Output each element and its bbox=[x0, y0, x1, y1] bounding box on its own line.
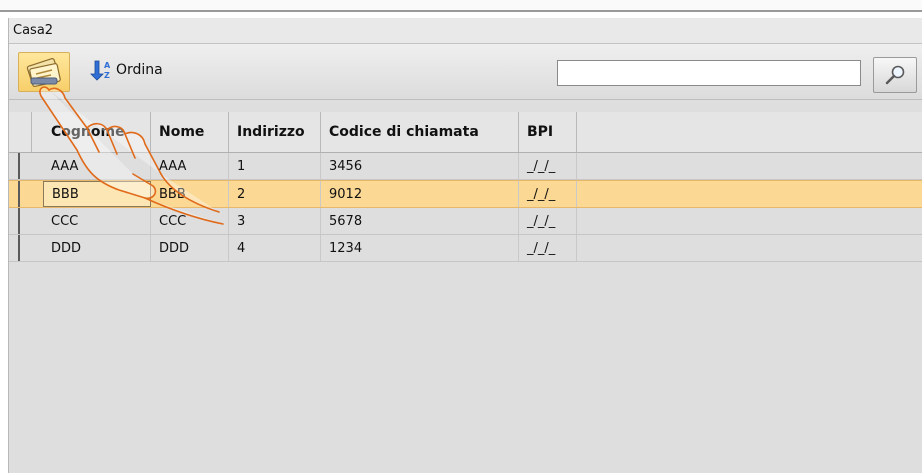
table-row[interactable]: AAA AAA 1 3456 _/_/_ bbox=[9, 153, 922, 180]
row-marker bbox=[18, 153, 30, 179]
cell-cognome[interactable]: DDD bbox=[43, 235, 151, 261]
svg-text:A: A bbox=[104, 61, 111, 70]
address-book-panel: Casa2 A Z Ordina Cognome Nome Indirizzo … bbox=[8, 18, 922, 473]
row-marker bbox=[18, 181, 30, 207]
table-row-selected[interactable]: BBB BBB 2 9012 _/_/_ bbox=[9, 180, 922, 208]
cell-indirizzo[interactable]: 3 bbox=[229, 208, 321, 234]
sort-button[interactable]: A Z Ordina bbox=[89, 58, 163, 82]
magnifier-icon bbox=[885, 65, 905, 85]
top-strip bbox=[0, 0, 922, 12]
cell-indirizzo[interactable]: 4 bbox=[229, 235, 321, 261]
column-header-bpi[interactable]: BPI bbox=[519, 112, 577, 152]
row-marker bbox=[18, 235, 30, 261]
cell-nome[interactable]: CCC bbox=[151, 208, 229, 234]
cell-nome[interactable]: AAA bbox=[151, 153, 229, 179]
table-row[interactable]: CCC CCC 3 5678 _/_/_ bbox=[9, 208, 922, 235]
cell-codice[interactable]: 9012 bbox=[321, 181, 519, 207]
cell-codice[interactable]: 1234 bbox=[321, 235, 519, 261]
cell-indirizzo[interactable]: 1 bbox=[229, 153, 321, 179]
toolbar: A Z Ordina bbox=[9, 44, 922, 100]
cell-bpi[interactable]: _/_/_ bbox=[519, 235, 577, 261]
header-gutter bbox=[9, 112, 32, 152]
search-button[interactable] bbox=[873, 57, 917, 93]
column-header-nome[interactable]: Nome bbox=[151, 112, 229, 152]
cell-codice[interactable]: 3456 bbox=[321, 153, 519, 179]
column-header-cognome[interactable]: Cognome bbox=[43, 112, 151, 152]
column-header-indirizzo[interactable]: Indirizzo bbox=[229, 112, 321, 152]
cell-indirizzo[interactable]: 2 bbox=[229, 181, 321, 207]
cell-cognome[interactable]: CCC bbox=[43, 208, 151, 234]
address-card-icon bbox=[26, 58, 61, 87]
cell-bpi[interactable]: _/_/_ bbox=[519, 181, 577, 207]
cell-nome[interactable]: DDD bbox=[151, 235, 229, 261]
cell-cognome[interactable]: AAA bbox=[43, 153, 151, 179]
panel-title: Casa2 bbox=[9, 18, 922, 44]
row-marker bbox=[18, 208, 30, 234]
column-header-codice[interactable]: Codice di chiamata bbox=[321, 112, 519, 152]
cell-cognome[interactable]: BBB bbox=[43, 181, 151, 207]
cell-bpi[interactable]: _/_/_ bbox=[519, 153, 577, 179]
cell-nome[interactable]: BBB bbox=[151, 181, 229, 207]
contacts-table: Cognome Nome Indirizzo Codice di chiamat… bbox=[9, 112, 922, 262]
cell-bpi[interactable]: _/_/_ bbox=[519, 208, 577, 234]
sort-az-icon: A Z bbox=[90, 60, 111, 81]
svg-text:Z: Z bbox=[104, 71, 110, 80]
search-input[interactable] bbox=[557, 60, 861, 86]
open-card-button[interactable] bbox=[18, 52, 70, 92]
table-row[interactable]: DDD DDD 4 1234 _/_/_ bbox=[9, 235, 922, 262]
sort-label: Ordina bbox=[116, 62, 163, 78]
cell-codice[interactable]: 5678 bbox=[321, 208, 519, 234]
table-header: Cognome Nome Indirizzo Codice di chiamat… bbox=[9, 112, 922, 153]
